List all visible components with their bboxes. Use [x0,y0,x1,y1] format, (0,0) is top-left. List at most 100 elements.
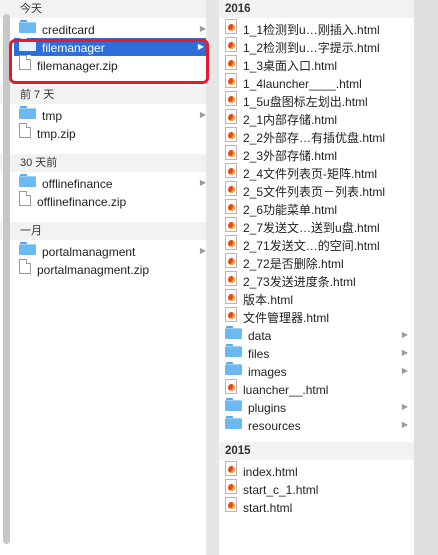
file-row-1-2-u-html[interactable]: 1_2检测到u…字提示.html [219,37,414,57]
folder-icon [19,105,36,124]
file-row-portalmanagment-zip[interactable]: portalmanagment.zip [0,259,212,279]
item-label: 2_7发送文…送到u盘.html [243,221,380,235]
document-icon [19,259,31,279]
html-file-icon [225,37,237,57]
file-row-2-2-html[interactable]: 2_2外部存…有插优盘.html [219,127,414,146]
item-label: 版本.html [243,293,294,307]
html-file-icon [225,163,237,183]
item-label: 文件管理器.html [243,311,330,325]
scrollbar-thumb[interactable] [3,14,10,544]
file-row-2-3-html[interactable]: 2_3外部存储.html [219,145,414,164]
column-divider-right[interactable] [414,0,438,555]
file-row-2-72-html[interactable]: 2_72是否删除.html [219,253,414,272]
html-file-icon [225,479,237,499]
folder-icon [225,361,242,380]
file-row-2-71-html[interactable]: 2_71发送文…的空间.html [219,235,414,254]
html-file-icon [225,497,237,517]
file-row-1-5u-html[interactable]: 1_5u盘图标左划出.html [219,91,414,111]
item-label: data [248,328,272,343]
file-row-1-1-u-html[interactable]: 1_1检测到u…刚插入.html [219,19,414,39]
item-label: files [248,346,270,361]
item-label: start.html [243,501,293,515]
item-label: 1_1检测到u…刚插入.html [243,23,380,37]
file-row-index-html[interactable]: index.html [219,461,414,481]
chevron-right-icon: ▶ [401,348,408,357]
html-file-icon [225,199,237,219]
right-column: 2016 1_1检测到u…刚插入.html 1_2检测到u…字提示.html 1_3桌… [219,0,414,555]
file-row-html[interactable]: 版本.html [219,289,414,309]
item-label: tmp.zip [37,127,76,141]
document-icon [19,123,31,143]
folder-row-images[interactable]: images ▶ [219,361,414,380]
folder-row-tmp[interactable]: tmp ▶ [0,105,212,124]
item-label: 2_5文件列表页－列表.html [243,185,386,199]
file-row-offlinefinance-zip[interactable]: offlinefinance.zip [0,191,212,210]
item-label: 2_73发送进度条.html [243,275,356,289]
item-label: 2_4文件列表页-矩阵.html [243,167,378,181]
folder-icon [225,397,242,416]
folder-row-creditcard[interactable]: creditcard ▶ [0,19,212,38]
html-file-icon [225,91,237,111]
file-row-2-73-html[interactable]: 2_73发送进度条.html [219,271,414,290]
item-label: plugins [248,400,287,415]
folder-row-offlinefinance[interactable]: offlinefinance ▶ [0,173,212,192]
html-file-icon [225,307,237,327]
item-label: start_c_1.html [243,483,319,497]
file-row-1-4launcher-html[interactable]: 1_4launcher____.html [219,73,414,93]
file-row-2-1-html[interactable]: 2_1内部存储.html [219,109,414,129]
folder-icon [225,415,242,434]
folder-icon [19,19,36,38]
item-label: index.html [243,465,298,479]
file-row-2-6-html[interactable]: 2_6功能菜单.html [219,199,414,219]
file-row-2-4-html[interactable]: 2_4文件列表页-矩阵.html [219,163,414,183]
item-label: 2_72是否删除.html [243,257,344,271]
item-label: portalmanagment [42,244,136,259]
column-divider-left[interactable] [206,0,219,555]
chevron-right-icon: ▶ [401,330,408,339]
folder-icon [225,343,242,362]
section-header: 一月 [0,222,212,240]
html-file-icon [225,289,237,309]
item-label: resources [248,418,301,433]
file-row-html[interactable]: 文件管理器.html [219,307,414,327]
folder-row-resources[interactable]: resources ▶ [219,415,414,434]
html-file-icon [225,109,237,129]
section-header: 前 7 天 [0,86,212,104]
file-row-2-5-html[interactable]: 2_5文件列表页－列表.html [219,181,414,200]
folder-row-portalmanagment[interactable]: portalmanagment ▶ [0,241,212,260]
item-label: offlinefinance [42,176,113,191]
html-file-icon [225,55,237,75]
item-label: 1_3桌面入口.html [243,59,338,73]
chevron-right-icon: ▶ [401,366,408,375]
folder-row-plugins[interactable]: plugins ▶ [219,397,414,416]
item-label: tmp [42,108,63,123]
folder-row-data[interactable]: data ▶ [219,325,414,344]
file-row-2-7-u-html[interactable]: 2_7发送文…送到u盘.html [219,217,414,237]
item-label: 1_5u盘图标左划出.html [243,95,368,109]
html-file-icon [225,217,237,237]
file-row-start-html[interactable]: start.html [219,497,414,517]
file-row-tmp-zip[interactable]: tmp.zip [0,123,212,143]
folder-icon [19,173,36,192]
section-header: 2015 [219,442,414,460]
file-row-start-c-1-html[interactable]: start_c_1.html [219,479,414,499]
file-row-luancher-html[interactable]: luancher__.html [219,379,414,398]
section-header: 2016 [219,0,414,18]
html-file-icon [225,19,237,39]
item-label: luancher__.html [243,383,329,397]
html-file-icon [225,73,237,93]
folder-row-files[interactable]: files ▶ [219,343,414,362]
item-label: portalmanagment.zip [37,263,150,277]
vertical-scrollbar[interactable] [0,14,12,544]
folder-icon [225,325,242,344]
chevron-right-icon: ▶ [401,402,408,411]
file-row-1-3-html[interactable]: 1_3桌面入口.html [219,55,414,75]
item-label: 2_3外部存储.html [243,149,338,163]
item-label: 1_4launcher____.html [243,77,362,91]
section-header: 今天 [0,0,212,18]
item-label: images [248,364,287,379]
item-label: 2_71发送文…的空间.html [243,239,380,253]
item-label: 1_2检测到u…字提示.html [243,41,380,55]
html-file-icon [225,461,237,481]
item-label: 2_1内部存储.html [243,113,338,127]
